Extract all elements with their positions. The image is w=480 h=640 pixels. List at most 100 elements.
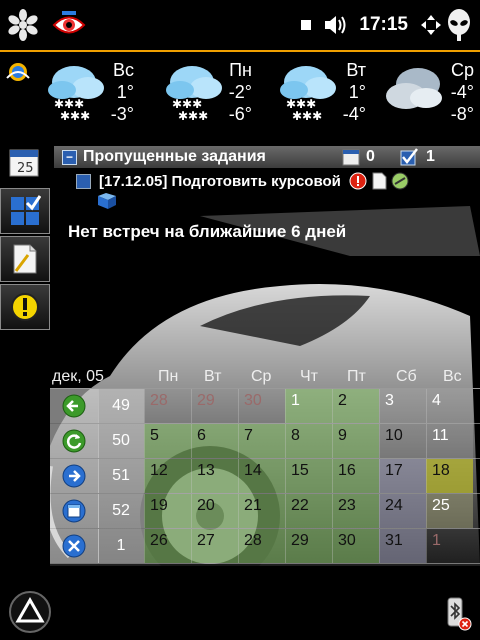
calendar-day[interactable]: 21: [238, 494, 285, 528]
weekday-label: Чт: [300, 368, 318, 385]
previous-month-button[interactable]: [50, 389, 99, 423]
weather-high: 1°: [116, 82, 134, 102]
week-number: 52: [98, 494, 144, 528]
speaker-icon[interactable]: [323, 14, 347, 36]
calendar-launcher[interactable]: 25: [0, 140, 48, 184]
calendar-day[interactable]: 23: [332, 494, 379, 528]
calendar-day[interactable]: 28: [238, 529, 285, 563]
cloudy-icon: [386, 68, 442, 109]
weather-day-name: Пн: [229, 60, 252, 80]
calendar-week-row: 49 28 29 30 1 2 3 4: [50, 389, 480, 424]
refresh-button[interactable]: [50, 424, 99, 458]
calendar-day[interactable]: 2: [332, 389, 379, 423]
weather-high: -2°: [228, 82, 252, 102]
collapse-icon[interactable]: −: [62, 149, 77, 165]
task-checkbox[interactable]: [76, 173, 91, 189]
notes-launcher[interactable]: [0, 236, 50, 282]
alien-icon[interactable]: [446, 8, 472, 42]
calendar-day[interactable]: 24: [379, 494, 426, 528]
weather-high: 1°: [348, 82, 366, 102]
home-triangle-icon[interactable]: [8, 590, 52, 634]
missed-tasks-header[interactable]: − Пропущенные задания 0 1: [54, 146, 480, 168]
next-month-button[interactable]: [50, 459, 99, 493]
calendar-day[interactable]: 22: [285, 494, 332, 528]
weather-day-name: Ср: [450, 60, 474, 80]
calendar-day[interactable]: 27: [191, 529, 238, 563]
start-menu-icon[interactable]: [6, 8, 40, 42]
connectivity-icon[interactable]: [420, 14, 442, 36]
calendar-day[interactable]: 7: [238, 424, 285, 458]
calendar-day[interactable]: 30: [238, 389, 285, 423]
calendar-day[interactable]: 28: [144, 389, 191, 423]
calendar-day[interactable]: 31: [379, 529, 426, 563]
calendar-day[interactable]: 25: [426, 494, 473, 528]
tasks-launcher[interactable]: [0, 188, 50, 234]
weekday-label: Ср: [251, 368, 272, 385]
book-icon: [98, 193, 116, 209]
calendar-day[interactable]: 3: [379, 389, 426, 423]
calendar-day[interactable]: 13: [191, 459, 238, 493]
calendar-day[interactable]: 14: [238, 459, 285, 493]
calendar-day[interactable]: 19: [144, 494, 191, 528]
svg-text:25: 25: [17, 161, 34, 176]
stop-icon[interactable]: [301, 20, 312, 30]
warning-icon: [11, 293, 39, 321]
calendar-small-icon: [342, 149, 360, 166]
weather-day: ✱✱✱ ✱✱✱ Вс 1° -3°: [30, 52, 138, 140]
tasks-grid-icon: [11, 195, 41, 225]
calendar-day[interactable]: 16: [332, 459, 379, 493]
calendar-day[interactable]: 17: [379, 459, 426, 493]
weather-low: -6°: [228, 104, 252, 124]
week-number: 50: [98, 424, 144, 458]
window-icon: [62, 499, 86, 523]
month-calendar: 49 28 29 30 1 2 3 4 50 5 6 7 8 9 10 11 5…: [50, 388, 480, 565]
clock[interactable]: 17:15: [359, 14, 408, 36]
week-number: 1: [98, 529, 144, 563]
alerts-launcher[interactable]: [0, 284, 50, 330]
calendar-day-today[interactable]: 18: [426, 459, 473, 493]
calendar-day[interactable]: 29: [285, 529, 332, 563]
calendar-day[interactable]: 20: [191, 494, 238, 528]
weather-day-name: Вт: [346, 60, 366, 80]
task-item[interactable]: [17.12.05] Подготовить курсовой: [76, 171, 409, 191]
weekday-label: Пн: [158, 368, 179, 385]
weather-low: -4°: [342, 104, 366, 124]
calendar-day[interactable]: 15: [285, 459, 332, 493]
snow-cloud-icon: ✱✱✱ ✱✱✱: [166, 66, 222, 122]
bluetooth-icon[interactable]: [446, 596, 472, 632]
appointments-count: 0: [366, 148, 375, 165]
calendar-day[interactable]: 9: [332, 424, 379, 458]
calendar-week-row: 1 26 27 28 29 30 31 1: [50, 529, 480, 564]
calendar-day[interactable]: 11: [426, 424, 473, 458]
calendar-icon: 25: [9, 149, 39, 177]
month-label[interactable]: дек, 05: [52, 368, 104, 386]
calendar-day[interactable]: 12: [144, 459, 191, 493]
weather-day-name: Вс: [112, 60, 134, 80]
month-header: дек, 05 Пн Вт Ср Чт Пт Сб Вс: [50, 364, 480, 388]
calendar-day[interactable]: 1: [426, 529, 473, 563]
calendar-day[interactable]: 6: [191, 424, 238, 458]
calendar-week-row: 52 19 20 21 22 23 24 25: [50, 494, 480, 529]
weather-high: -4°: [450, 82, 474, 102]
close-button[interactable]: [50, 529, 99, 563]
checkbox-checked-icon: [400, 148, 418, 166]
weather-low: -3°: [110, 104, 134, 124]
weather-panel[interactable]: ✱✱✱ ✱✱✱ Вс 1° -3° ✱✱✱ ✱✱✱ Пн -2° -6° ✱✱✱…: [0, 52, 480, 140]
eye-app-icon[interactable]: [52, 10, 86, 40]
snow-cloud-icon: ✱✱✱ ✱✱✱: [280, 66, 336, 122]
calendar-day[interactable]: 5: [144, 424, 191, 458]
calendar-day[interactable]: 1: [285, 389, 332, 423]
calendar-day[interactable]: 30: [332, 529, 379, 563]
weather-app-icon[interactable]: [4, 58, 32, 86]
calendar-day[interactable]: 26: [144, 529, 191, 563]
arrow-right-icon: [62, 464, 86, 488]
window-button[interactable]: [50, 494, 99, 528]
missed-tasks-title: Пропущенные задания: [83, 148, 266, 165]
refresh-icon: [62, 429, 86, 453]
calendar-day[interactable]: 29: [191, 389, 238, 423]
tasks-count: 1: [426, 148, 435, 165]
calendar-day[interactable]: 4: [426, 389, 473, 423]
calendar-day[interactable]: 10: [379, 424, 426, 458]
calendar-day[interactable]: 8: [285, 424, 332, 458]
close-circle-icon: [62, 534, 86, 558]
